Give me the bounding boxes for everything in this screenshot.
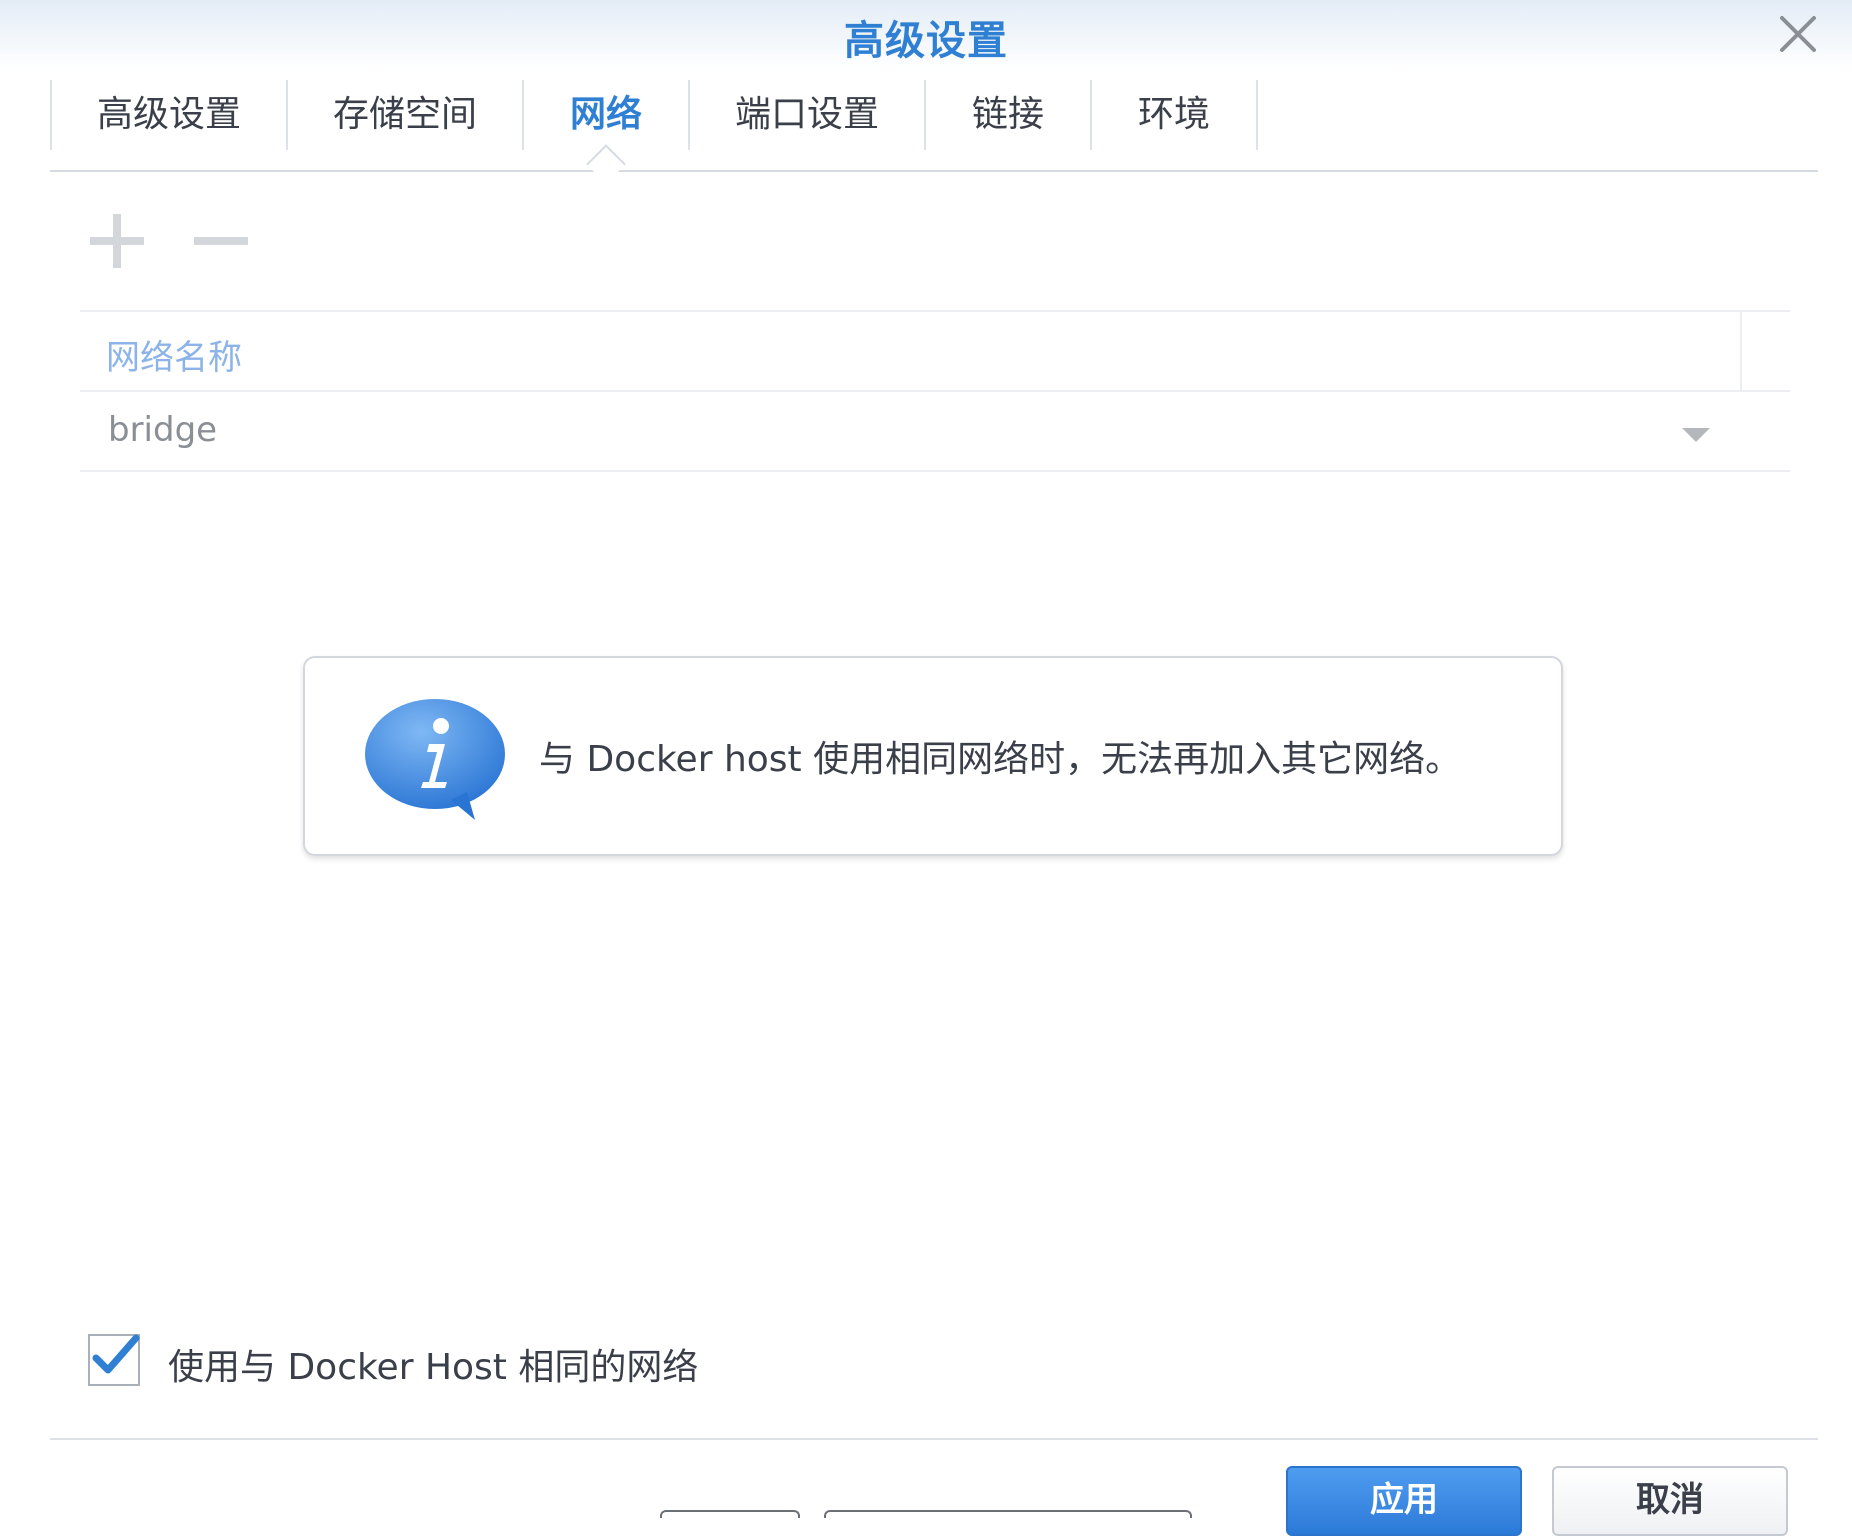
table-row[interactable]: bridge [80,392,1790,472]
info-message-box: 与 Docker host 使用相同网络时，无法再加入其它网络。 [303,656,1563,856]
close-icon [1780,16,1816,52]
minus-icon [194,237,248,245]
dialog-title: 高级设置 [844,18,1008,64]
tab-advanced[interactable]: 高级设置 [50,80,286,150]
plus-icon [90,214,144,268]
use-host-network-checkbox[interactable] [88,1334,140,1386]
table-header: 网络名称 [80,310,1790,392]
footer-divider [50,1438,1818,1440]
tab-port-settings[interactable]: 端口设置 [688,80,924,150]
column-separator [1740,312,1742,390]
cancel-button[interactable]: 取消 [1552,1466,1788,1536]
network-table: 网络名称 bridge [80,310,1790,472]
tab-network[interactable]: 网络 [522,80,688,150]
tab-environment[interactable]: 环境 [1090,80,1258,150]
info-icon [365,699,505,820]
remove-network-button[interactable] [192,212,250,274]
use-host-network-label[interactable]: 使用与 Docker Host 相同的网络 [168,1338,698,1390]
add-network-button[interactable] [88,212,146,274]
checkmark-icon [92,1334,140,1374]
close-button[interactable] [1774,10,1822,58]
chevron-down-icon[interactable] [1682,428,1710,442]
column-header-network-name[interactable]: 网络名称 [106,330,242,379]
network-name-cell: bridge [108,410,218,450]
tab-storage[interactable]: 存储空间 [286,80,522,150]
apply-button[interactable]: 应用 [1286,1466,1522,1536]
info-message-text: 与 Docker host 使用相同网络时，无法再加入其它网络。 [539,739,1462,780]
tab-links[interactable]: 链接 [924,80,1090,150]
background-button-edge [824,1510,1192,1518]
tab-bar: 高级设置 存储空间 网络 端口设置 链接 环境 [50,78,1818,172]
background-button-edge [660,1510,800,1518]
